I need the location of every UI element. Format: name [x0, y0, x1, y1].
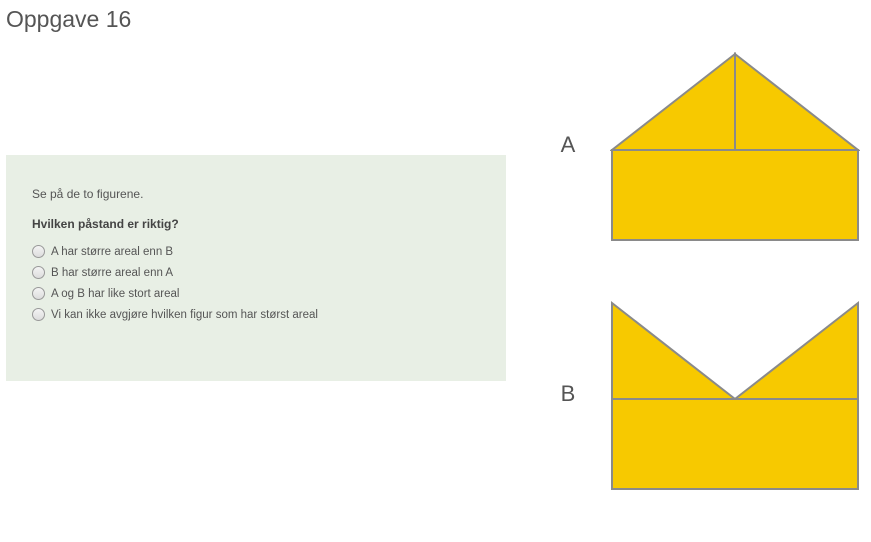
figure-a-shape	[610, 47, 860, 242]
option-equal[interactable]: A og B har like stort areal	[32, 287, 486, 300]
radio-icon	[32, 266, 45, 279]
option-b-larger[interactable]: B har større areal enn A	[32, 266, 486, 279]
radio-icon	[32, 245, 45, 258]
option-label: A og B har like stort areal	[51, 288, 179, 300]
figure-b-shape	[610, 296, 860, 491]
radio-icon	[32, 308, 45, 321]
radio-icon	[32, 287, 45, 300]
option-label: B har større areal enn A	[51, 267, 173, 279]
question-panel: Se på de to figurene. Hvilken påstand er…	[6, 155, 506, 381]
question-intro: Se på de to figurene.	[32, 187, 486, 201]
option-unknown[interactable]: Vi kan ikke avgjøre hvilken figur som ha…	[32, 308, 486, 321]
option-label: A har større areal enn B	[51, 246, 173, 258]
figure-b-label: B	[556, 381, 580, 407]
figure-a-label: A	[556, 132, 580, 158]
option-label: Vi kan ikke avgjøre hvilken figur som ha…	[51, 309, 318, 321]
figure-b-row: B	[556, 296, 860, 491]
question-prompt: Hvilken påstand er riktig?	[32, 217, 486, 231]
page-title: Oppgave 16	[0, 0, 871, 33]
option-a-larger[interactable]: A har større areal enn B	[32, 245, 486, 258]
figure-a-row: A	[556, 47, 860, 242]
figures-area: A B	[556, 47, 860, 491]
options-list: A har større areal enn B B har større ar…	[32, 245, 486, 321]
